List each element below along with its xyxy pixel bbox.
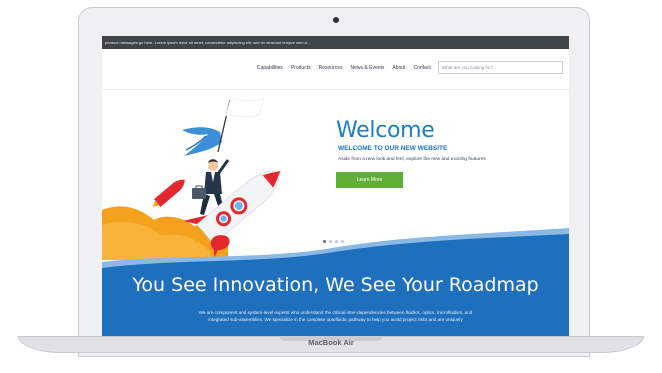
laptop-screen: product messages go here. Lorem ipsum do… — [102, 36, 569, 336]
roadmap-heading: You See Innovation, We See Your Roadmap — [132, 274, 539, 296]
learn-more-button[interactable]: Learn More — [336, 172, 403, 188]
nav-link-about[interactable]: About — [392, 65, 405, 71]
roadmap-description-line-1: We are component and system-level expert… — [198, 310, 473, 315]
businessman-head — [208, 161, 218, 171]
search-input[interactable]: What are you looking for? — [438, 61, 563, 74]
nav-link-contact[interactable]: Contact — [413, 65, 430, 71]
hero-title: Welcome — [336, 118, 435, 143]
hero-description: Aside from a new look and feel, explore … — [338, 157, 486, 162]
carousel-dot-1[interactable] — [323, 240, 326, 243]
hero-subtitle: WELCOME TO OUR NEW WEBSITE — [338, 145, 448, 152]
device-label: MacBook Air — [308, 338, 354, 347]
briefcase-icon — [192, 188, 206, 199]
announcement-bar: product messages go here. Lorem ipsum do… — [102, 36, 569, 49]
roadmap-description: We are component and system-level expert… — [102, 309, 569, 323]
nav-link-capabilities[interactable]: Capabilities — [257, 65, 283, 71]
cape — [182, 127, 222, 156]
site-navbar: Capabilities Products Resources News & E… — [102, 49, 569, 90]
carousel-dot-2[interactable] — [329, 240, 332, 243]
nav-link-products[interactable]: Products — [291, 65, 311, 71]
carousel-dot-3[interactable] — [335, 240, 338, 243]
small-rocket — [152, 179, 185, 207]
camera-icon — [333, 17, 339, 23]
nav-links: Capabilities Products Resources News & E… — [257, 65, 431, 71]
carousel-dots — [323, 240, 344, 243]
roadmap-description-line-2: integrated sub-assemblies. We specialize… — [208, 317, 463, 322]
carousel-dot-4[interactable] — [341, 240, 344, 243]
nav-link-resources[interactable]: Resources — [319, 65, 343, 71]
flag — [225, 97, 265, 118]
nav-link-news-events[interactable]: News & Events — [351, 65, 385, 71]
